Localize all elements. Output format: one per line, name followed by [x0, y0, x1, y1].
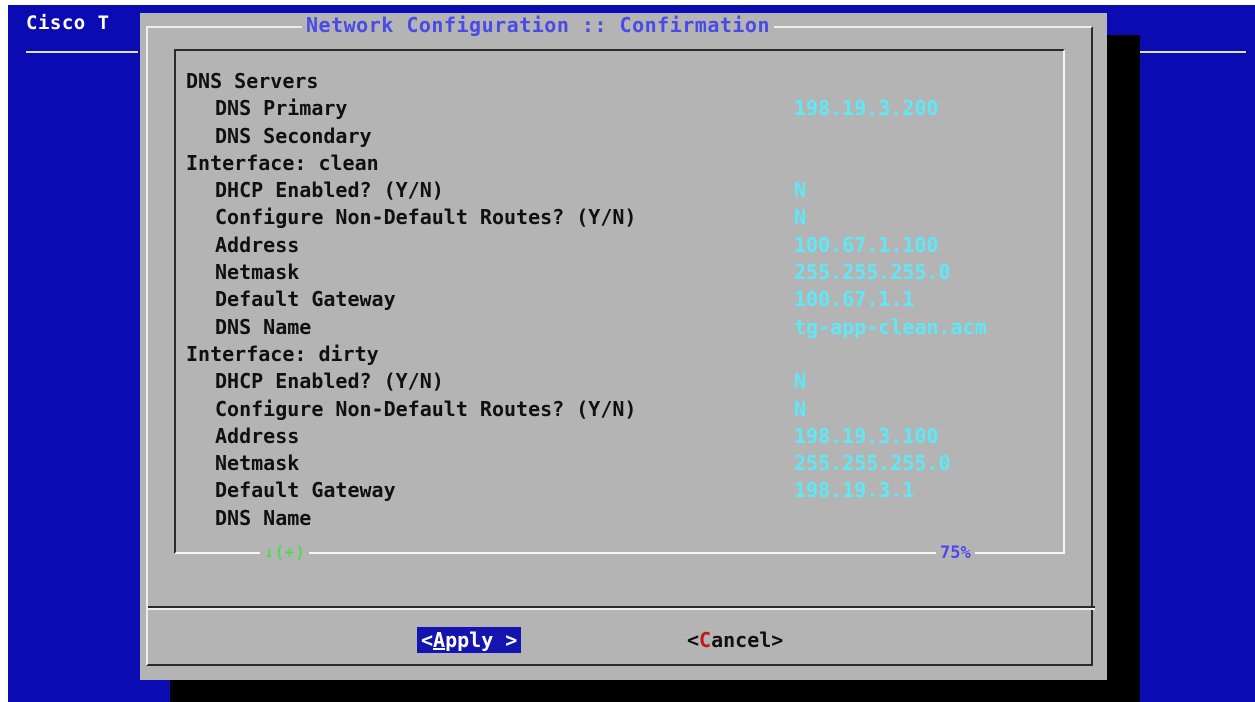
button-area-separator [148, 608, 1095, 610]
setting-value: 198.19.3.1 [794, 478, 915, 503]
setting-label: DNS Name [215, 314, 312, 339]
setting-value: N [794, 205, 807, 230]
dialog-title: Network Configuration :: Confirmation [302, 13, 775, 37]
scroll-percent: 75% [936, 543, 975, 563]
setting-value: 100.67.1.100 [794, 232, 939, 257]
list-item: Netmask 255.255.255.0 [186, 259, 1056, 286]
setting-label: Interface: dirty [186, 341, 379, 366]
list-item: DNS Secondary [186, 123, 1056, 150]
setting-label: DNS Servers [186, 69, 319, 93]
setting-value: N [794, 178, 807, 203]
apply-open: < [421, 628, 434, 652]
setting-value: tg-app-clean.acm [794, 314, 987, 339]
backtitle: Cisco T [26, 12, 110, 34]
list-item: DNS Servers [186, 68, 1056, 95]
cancel-rest: ancel> [711, 628, 784, 652]
setting-label: Address [215, 232, 300, 257]
setting-label: Netmask [215, 451, 300, 476]
cancel-button[interactable]: <Cancel> [683, 627, 787, 653]
setting-label: DNS Name [215, 505, 312, 530]
list-item: Interface: dirty [186, 341, 1056, 368]
setting-label: DNS Secondary [215, 123, 372, 148]
list-item: DNS Name [186, 505, 1056, 532]
setting-value: N [794, 396, 807, 421]
setting-label: Default Gateway [215, 478, 396, 503]
terminal-screen: Cisco T qq Network Configuration :: Conf… [8, 5, 1255, 702]
setting-value: 255.255.255.0 [794, 451, 951, 476]
list-item: DHCP Enabled? (Y/N) N [186, 177, 1056, 204]
cancel-hotkey: C [699, 628, 712, 652]
list-item: Address 198.19.3.100 [186, 423, 1056, 450]
setting-value: 255.255.255.0 [794, 260, 951, 285]
backtitle-rule-right [1128, 51, 1246, 53]
list-item: Configure Non-Default Routes? (Y/N) N [186, 396, 1056, 423]
setting-label: DHCP Enabled? (Y/N) [215, 178, 444, 203]
apply-hotkey: A [433, 628, 446, 652]
list-item: Netmask 255.255.255.0 [186, 450, 1056, 477]
settings-list[interactable]: DNS Servers DNS Primary 198.19.3.200 DNS Se… [186, 68, 1056, 532]
cancel-open: < [687, 628, 700, 652]
apply-button[interactable]: <Apply > [417, 627, 522, 653]
list-item: Default Gateway 100.67.1.1 [186, 286, 1056, 313]
apply-rest: pply > [445, 628, 518, 652]
list-item: DNS Name tg-app-clean.acm [186, 314, 1056, 341]
list-item: Address 100.67.1.100 [186, 232, 1056, 259]
list-item: DNS Primary 198.19.3.200 [186, 95, 1056, 122]
setting-label: DHCP Enabled? (Y/N) [215, 369, 444, 394]
setting-label: Netmask [215, 260, 300, 285]
backtitle-rule-left [26, 51, 138, 53]
list-item: Default Gateway 198.19.3.1 [186, 477, 1056, 504]
setting-value: 198.19.3.100 [794, 423, 939, 448]
setting-label: Configure Non-Default Routes? (Y/N) [215, 205, 637, 230]
setting-label: Configure Non-Default Routes? (Y/N) [215, 396, 637, 421]
setting-label: DNS Primary [215, 96, 348, 121]
list-item: Interface: clean [186, 150, 1056, 177]
list-item: Configure Non-Default Routes? (Y/N) N [186, 204, 1056, 231]
setting-value: N [794, 369, 807, 394]
scroll-down-indicator: ↓(+) [260, 543, 309, 563]
confirmation-dialog: Network Configuration :: Confirmation DN… [140, 13, 1107, 680]
list-item: DHCP Enabled? (Y/N) N [186, 368, 1056, 395]
setting-value: 100.67.1.1 [794, 287, 915, 312]
setting-label: Address [215, 423, 300, 448]
setting-label: Interface: clean [186, 150, 379, 175]
setting-value: 198.19.3.200 [794, 96, 939, 121]
setting-label: Default Gateway [215, 287, 396, 312]
